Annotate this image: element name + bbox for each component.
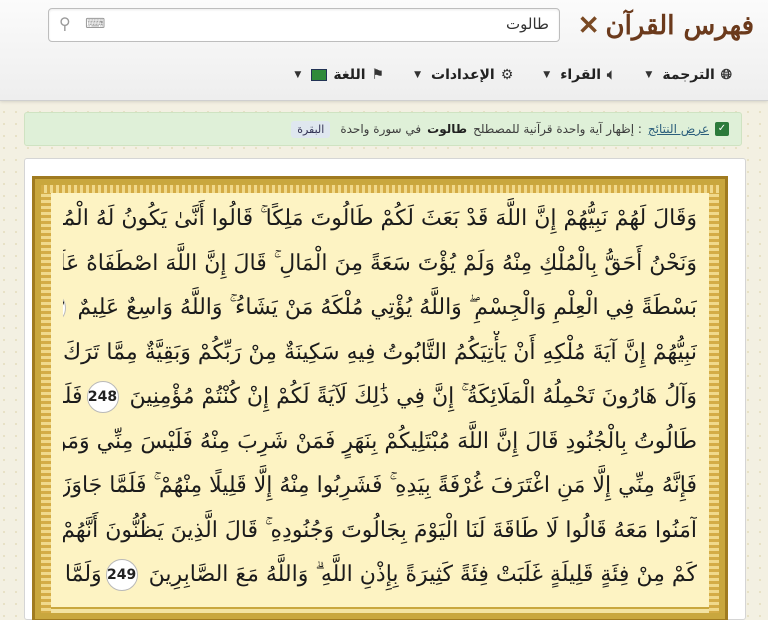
ornament-border-left [41,185,51,613]
results-text-before: : إظهار آية واحدة قرآنية للمصطلح [473,122,642,136]
crossed-swords-icon: ✕ [577,11,600,41]
search-icon[interactable]: ⚲ [59,14,71,33]
check-icon: ✓ [715,122,729,136]
nav-reciters-label: القراء [560,67,602,83]
verse-segment: وَآلُ هَارُونَ تَحْمِلُهُ الْمَلَائِكَةُ… [122,384,697,409]
nav-translation-label: الترجمة [662,67,715,83]
verse-segment: طَالُوتُ بِالْجُنُودِ قَالَ إِنَّ اللَّه… [63,428,697,454]
flag-icon: ⚑ [371,67,385,83]
verse-segment: بَسْطَةً فِي الْعِلْمِ وَالْجِسْمِ ۖ وَا… [70,295,697,320]
app-header: فهرس القرآن ✕ ⌨ ⚲ 🌐︎ الترجمة ▼ 🔈︎ القراء… [0,0,768,101]
verse-line: وَقَالَ لَهُمْ نَبِيُّهُمْ إِنَّ اللَّهَ… [63,197,697,242]
verse-line: طَالُوتُ بِالْجُنُودِ قَالَ إِنَّ اللَّه… [63,420,697,465]
verse-line: كَمْ مِنْ فِئَةٍ قَلِيلَةٍ غَلَبَتْ فِئَ… [63,553,697,598]
chevron-down-icon: ▼ [543,70,551,80]
nav-language-label: اللغة [333,67,366,83]
nav-settings[interactable]: ⚙ الإعدادات ▼ [414,67,513,83]
speaker-icon: 🔈︎ [607,67,616,83]
search-term: طالوت [427,122,468,136]
results-panel: وَقَالَ لَهُمْ نَبِيُّهُمْ إِنَّ اللَّهَ… [24,158,746,620]
mushaf-page: وَقَالَ لَهُمْ نَبِيُّهُمْ إِنَّ اللَّهَ… [32,176,728,620]
verse-line: وَنَحْنُ أَحَقُّ بِالْمُلْكِ مِنْهُ وَلَ… [63,242,697,287]
gear-icon: ⚙ [500,67,514,83]
logo-text: فهرس القرآن [605,11,754,41]
search-box: ⌨ ⚲ [48,8,560,42]
results-text-after: في سورة واحدة [340,122,422,136]
verse-text: وَقَالَ لَهُمْ نَبِيُّهُمْ إِنَّ اللَّهَ… [63,197,697,598]
verse-segment: فَلَمَّا فَصَلَ [63,384,83,409]
verse-line: بَسْطَةً فِي الْعِلْمِ وَالْجِسْمِ ۖ وَا… [63,286,697,331]
ayah-number-marker[interactable]: 247 [63,292,67,324]
verse-segment: آمَنُوا مَعَهُ قَالُوا لَا طَاقَةَ لَنَا… [63,517,697,543]
nav-reciters[interactable]: 🔈︎ القراء ▼ [543,67,615,83]
nav-settings-label: الإعدادات [431,67,495,83]
ayah-number-marker[interactable]: 249 [105,559,138,591]
ayah-number-marker[interactable]: 248 [86,381,119,413]
main-nav: 🌐︎ الترجمة ▼ 🔈︎ القراء ▼ ⚙ الإعدادات ▼ ⚑… [294,60,732,90]
verse-line: نَبِيُّهُمْ إِنَّ آيَةَ مُلْكِهِ أَنْ يَ… [63,331,697,376]
verse-segment: فَإِنَّهُ مِنِّي إِلَّا مَنِ اغْتَرَفَ غ… [63,473,697,498]
verse-segment: وَلَمَّا بَرَزُوا [63,562,102,587]
chevron-down-icon: ▼ [414,70,421,80]
globe-icon: 🌐︎ [720,67,732,83]
verse-line: فَإِنَّهُ مِنِّي إِلَّا مَنِ اغْتَرَفَ غ… [63,464,697,509]
keyboard-icon[interactable]: ⌨ [85,16,105,32]
site-logo[interactable]: فهرس القرآن ✕ [578,6,754,46]
verse-segment: كَمْ مِنْ فِئَةٍ قَلِيلَةٍ غَلَبَتْ فِئَ… [141,562,697,587]
verse-line: آمَنُوا مَعَهُ قَالُوا لَا طَاقَةَ لَنَا… [63,509,697,554]
saudi-flag-icon [311,69,328,81]
results-info-bar: ✓ عرض النتائج : إظهار آية واحدة قرآنية ل… [24,112,742,146]
verse-segment: وَنَحْنُ أَحَقُّ بِالْمُلْكِ مِنْهُ وَلَ… [63,250,697,276]
verse-segment: وَقَالَ لَهُمْ نَبِيُّهُمْ إِنَّ اللَّهَ… [63,206,697,231]
chevron-down-icon: ▼ [645,70,653,80]
nav-translation[interactable]: 🌐︎ الترجمة ▼ [645,67,732,83]
search-input[interactable] [119,9,559,39]
ornament-border-right [709,185,719,613]
chevron-down-icon: ▼ [294,70,302,80]
verse-line: وَآلُ هَارُونَ تَحْمِلُهُ الْمَلَائِكَةُ… [63,375,697,420]
verse-segment: نَبِيُّهُمْ إِنَّ آيَةَ مُلْكِهِ أَنْ يَ… [63,339,697,365]
ornament-border-top [41,185,719,193]
nav-language[interactable]: ⚑ اللغة ▼ [294,67,384,83]
show-results-link[interactable]: عرض النتائج [648,122,709,136]
surah-badge[interactable]: البقرة [291,120,331,138]
